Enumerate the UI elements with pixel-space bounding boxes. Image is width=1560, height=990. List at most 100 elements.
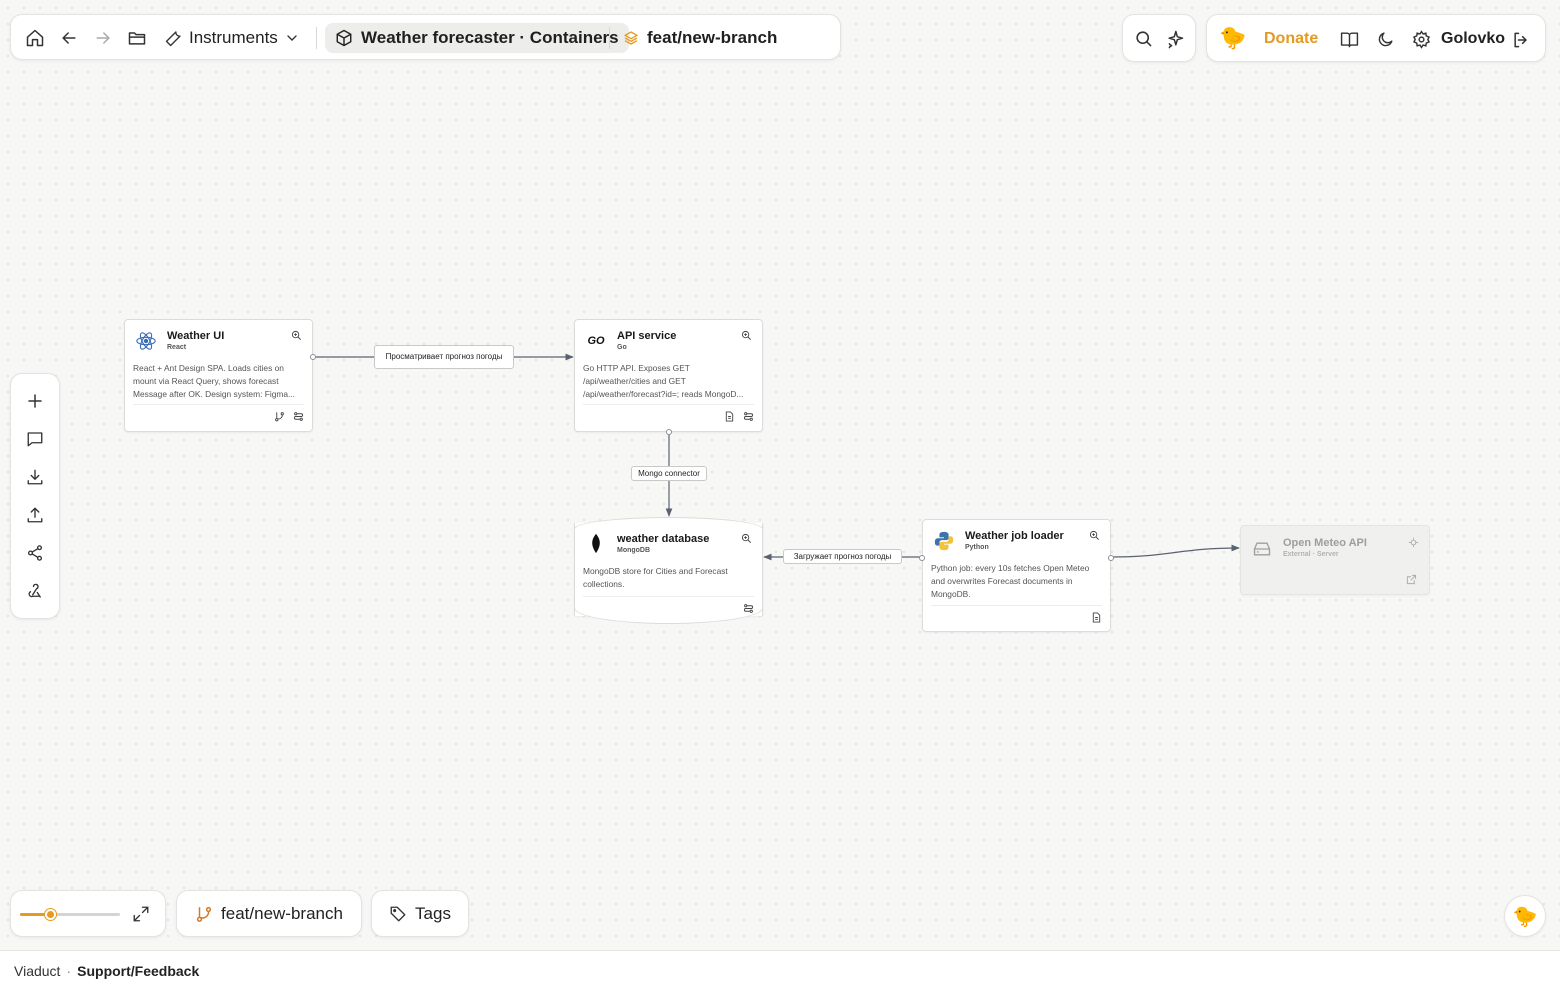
locate-icon[interactable] [1408, 537, 1419, 548]
react-icon [135, 330, 157, 352]
node-title: API service [617, 330, 677, 342]
book-icon[interactable] [1340, 30, 1359, 49]
fit-view-icon[interactable] [132, 905, 150, 923]
zoom-in-icon[interactable] [741, 533, 752, 544]
webhook-icon[interactable] [26, 582, 44, 600]
tags-button-label: Tags [415, 903, 451, 923]
relations-icon[interactable] [743, 411, 754, 422]
user-toolbar: 🐤 Donate Golovko [1206, 14, 1546, 62]
node-technology: Python [965, 544, 989, 551]
git-branch-icon[interactable] [274, 411, 285, 422]
support-feedback-link[interactable]: Support/Feedback [77, 963, 199, 979]
node-weather-job-loader[interactable]: Weather job loader Python Python job: ev… [919, 519, 1114, 632]
zoom-control [10, 890, 166, 937]
connection-port[interactable] [919, 555, 925, 561]
git-branch-icon [195, 905, 213, 923]
node-technology: MongoDB [617, 547, 651, 554]
document-icon[interactable] [1091, 612, 1102, 623]
search-toolbar [1122, 14, 1196, 62]
chevron-down-icon [284, 30, 300, 46]
divider [316, 27, 317, 49]
document-icon[interactable] [724, 411, 735, 422]
plus-icon[interactable] [26, 392, 44, 410]
zoom-in-icon[interactable] [1089, 530, 1100, 541]
duck-icon: 🐤 [1512, 905, 1538, 928]
branch-label: feat/new-branch [647, 28, 778, 47]
node-description: Go HTTP API. Exposes GET /api/weather/ci… [583, 363, 744, 399]
node-open-meteo-api[interactable]: Open Meteo API External · Server [1240, 525, 1430, 595]
top-toolbar: Instruments Weather forecaster · Contain… [10, 14, 841, 60]
footer-separator: · [66, 962, 72, 979]
box-icon [335, 29, 353, 47]
divider [609, 27, 610, 49]
node-description: Python job: every 10s fetches Open Meteo… [931, 563, 1090, 599]
external-link-icon[interactable] [1406, 574, 1417, 585]
download-icon[interactable] [26, 468, 44, 486]
moon-icon[interactable] [1376, 30, 1395, 49]
tag-icon [389, 905, 407, 923]
home-icon[interactable] [25, 28, 45, 48]
divider [583, 404, 754, 405]
comment-icon[interactable] [26, 430, 44, 448]
logout-icon[interactable] [1511, 30, 1531, 50]
duck-assistant-button[interactable]: 🐤 [1504, 895, 1546, 937]
instruments-menu[interactable]: Instruments [165, 15, 300, 61]
node-technology: React [167, 344, 187, 351]
forward-arrow-icon[interactable] [93, 28, 113, 48]
upload-icon[interactable] [26, 506, 44, 524]
node-weather-database[interactable]: weather database MongoDB MongoDB store f… [574, 517, 763, 624]
breadcrumb[interactable]: Weather forecaster · Containers [325, 23, 629, 53]
edges-layer [313, 353, 1240, 561]
zoom-in-icon[interactable] [291, 330, 302, 341]
node-title: Open Meteo API [1283, 537, 1367, 549]
divider [583, 596, 754, 597]
share-icon[interactable] [26, 544, 44, 562]
search-icon[interactable] [1134, 29, 1153, 48]
node-technology: External · Server [1283, 551, 1339, 558]
relations-icon[interactable] [743, 603, 754, 614]
edge-loader-to-meteo[interactable] [1110, 544, 1240, 558]
branch-button[interactable]: feat/new-branch [176, 890, 362, 937]
divider [931, 605, 1102, 606]
node-title: Weather UI [167, 330, 225, 342]
side-toolbar [10, 373, 60, 619]
divider [133, 404, 304, 405]
sparkles-icon[interactable] [1165, 29, 1185, 49]
connection-port[interactable] [1108, 555, 1114, 561]
server-icon [1251, 538, 1273, 560]
go-logo-icon: GO [587, 335, 605, 347]
edge-label-loader-to-db[interactable]: Загружает прогноз погоды [783, 549, 902, 564]
folder-icon[interactable] [127, 28, 147, 48]
donate-button[interactable]: Donate [1264, 15, 1318, 63]
node-title: weather database [617, 533, 710, 545]
footer: Viaduct · Support/Feedback [0, 950, 1560, 990]
node-api-service[interactable]: GO API service Go Go HTTP API. Exposes G… [574, 319, 763, 435]
zoom-slider[interactable] [20, 909, 120, 920]
branch-button-label: feat/new-branch [221, 903, 343, 923]
back-arrow-icon[interactable] [59, 28, 79, 48]
node-description: React + Ant Design SPA. Loads cities on … [133, 363, 295, 399]
zoom-in-icon[interactable] [741, 330, 752, 341]
app-name: Viaduct [14, 962, 61, 979]
layers-icon [623, 30, 639, 46]
relations-icon[interactable] [293, 411, 304, 422]
instruments-label: Instruments [189, 28, 278, 47]
gear-icon[interactable] [1412, 30, 1431, 49]
connection-port[interactable] [666, 429, 672, 435]
edge-label-api-to-db[interactable]: Mongo connector [631, 466, 707, 481]
node-weather-ui[interactable]: Weather UI React React + Ant Design SPA.… [124, 319, 316, 432]
zoom-slider-handle[interactable] [45, 909, 56, 920]
branch-indicator[interactable]: feat/new-branch [623, 15, 777, 61]
node-technology: Go [617, 344, 627, 351]
python-icon [933, 530, 955, 552]
breadcrumb-label: Weather forecaster · Containers [361, 28, 619, 47]
mongodb-leaf-icon [585, 533, 607, 555]
edge-label-ui-to-api[interactable]: Просматривает прогноз погоды [374, 345, 514, 369]
duck-logo-icon[interactable]: 🐤 [1219, 25, 1246, 51]
tags-button[interactable]: Tags [371, 890, 469, 937]
node-description: MongoDB store for Cities and Forecast co… [583, 566, 728, 589]
wrench-icon [165, 29, 183, 47]
node-title: Weather job loader [965, 530, 1064, 542]
connection-port[interactable] [310, 354, 316, 360]
username[interactable]: Golovko [1441, 15, 1505, 63]
